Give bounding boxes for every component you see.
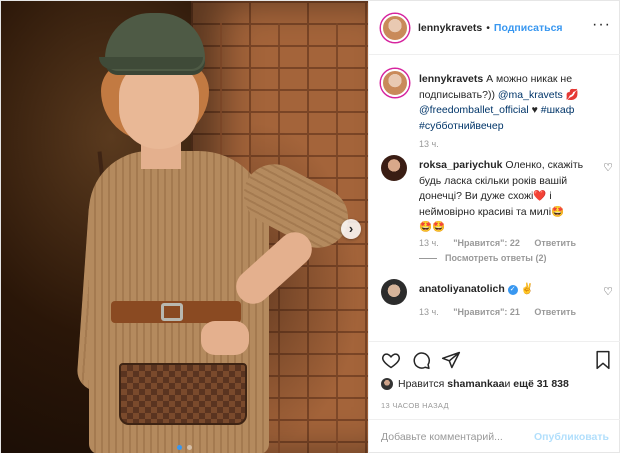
hand	[201, 321, 249, 355]
comment-username[interactable]: roksa_pariychuk	[419, 159, 502, 171]
comment-time[interactable]: 13 ч.	[419, 307, 439, 317]
carousel-dots	[1, 441, 368, 453]
more-options-icon[interactable]: ···	[592, 17, 611, 33]
heart-symbol: ♥	[531, 104, 538, 116]
comment-likes[interactable]: "Нравится": 21	[453, 307, 520, 317]
face	[119, 61, 199, 149]
header-username[interactable]: lennykravets	[418, 22, 482, 34]
header-separator: •	[486, 21, 490, 34]
bookmark-icon[interactable]	[593, 350, 613, 370]
likes-middle: и	[504, 378, 511, 390]
post-time[interactable]: 13 ЧАСОВ НАЗАД	[381, 401, 449, 410]
post-photo[interactable]: ›	[1, 1, 368, 453]
comment-item: anatoliyanatolich ✓ ✌️ ♡ 13 ч. "Нравится…	[381, 279, 613, 339]
caption-username[interactable]: lennykravets	[419, 73, 483, 85]
instagram-post: › lennykravets • Подписаться ··· lennykr…	[0, 0, 620, 453]
likes-prefix: Нравится	[398, 378, 445, 390]
avatar[interactable]	[381, 155, 407, 181]
comment-like-icon[interactable]: ♡	[603, 285, 613, 298]
comment-text: anatoliyanatolich ✓ ✌️	[419, 282, 597, 298]
heart-icon[interactable]	[381, 350, 401, 370]
comment-like-icon[interactable]: ♡	[603, 161, 613, 174]
comment-icon[interactable]	[411, 350, 431, 370]
comment-item: roksa_pariychuk Оленко, скажіть будь лас…	[381, 155, 613, 275]
comment-likes[interactable]: "Нравится": 22	[453, 238, 520, 248]
star-eyes-emoji: 🤩	[551, 205, 565, 218]
carousel-dot-active	[176, 445, 182, 450]
mention-link[interactable]: @freedomballet_official	[419, 104, 529, 116]
star-eyes-emoji: 🤩🤩	[419, 221, 446, 233]
avatar[interactable]	[381, 13, 409, 42]
avatar[interactable]	[381, 279, 407, 305]
publish-button[interactable]: Опубликовать	[534, 431, 609, 443]
reply-button[interactable]: Ответить	[534, 238, 576, 248]
avatar[interactable]	[381, 69, 409, 97]
comments-section[interactable]: lennykravets А можно никак не подписыват…	[369, 55, 620, 341]
comment-time[interactable]: 13 ч.	[419, 238, 439, 248]
caption-text: lennykravets А можно никак не подписыват…	[419, 72, 597, 134]
hashtag-link[interactable]: #субботнийвечер	[419, 120, 504, 132]
comment-meta: 13 ч. "Нравится": 22 Ответить	[419, 238, 588, 248]
carousel-next-button[interactable]: ›	[341, 219, 361, 239]
follow-button[interactable]: Подписаться	[494, 22, 563, 34]
view-replies-button[interactable]: Посмотреть ответы (2)	[419, 253, 546, 263]
liker-avatar[interactable]	[381, 378, 393, 390]
comment-text: roksa_pariychuk Оленко, скажіть будь лас…	[419, 158, 597, 236]
action-bar	[369, 341, 620, 377]
cap-brim	[99, 57, 203, 69]
comment-username[interactable]: anatoliyanatolich	[419, 283, 505, 295]
belt-buckle	[161, 303, 183, 321]
carousel-dot	[187, 445, 193, 450]
caption-meta: 13 ч.	[419, 139, 451, 149]
reply-button[interactable]: Ответить	[534, 307, 576, 317]
victory-hand-emoji: ✌️	[520, 283, 534, 295]
liker-username[interactable]: shamankaa	[447, 378, 504, 390]
comment-meta: 13 ч. "Нравится": 21 Ответить	[419, 307, 588, 317]
likes-summary: Нравится shamankaa и ещё 31 838	[381, 377, 569, 391]
post-sidebar: lennykravets • Подписаться ··· lennykrav…	[368, 1, 620, 453]
post-header: lennykravets • Подписаться ···	[369, 1, 620, 55]
comment-input[interactable]	[381, 431, 535, 443]
kiss-emoji: 💋	[565, 88, 579, 101]
heart-emoji: ❤️	[533, 190, 547, 202]
share-icon[interactable]	[441, 350, 461, 370]
add-comment-bar: Опубликовать	[369, 419, 620, 453]
likes-count[interactable]: ещё 31 838	[513, 378, 569, 390]
caption: lennykravets А можно никак не подписыват…	[381, 69, 613, 149]
handbag	[119, 363, 247, 425]
mention-link[interactable]: @ma_kravets	[498, 89, 563, 101]
verified-badge-icon: ✓	[507, 285, 518, 295]
hashtag-link[interactable]: #шкаф	[541, 104, 575, 116]
caption-time[interactable]: 13 ч.	[419, 139, 439, 149]
